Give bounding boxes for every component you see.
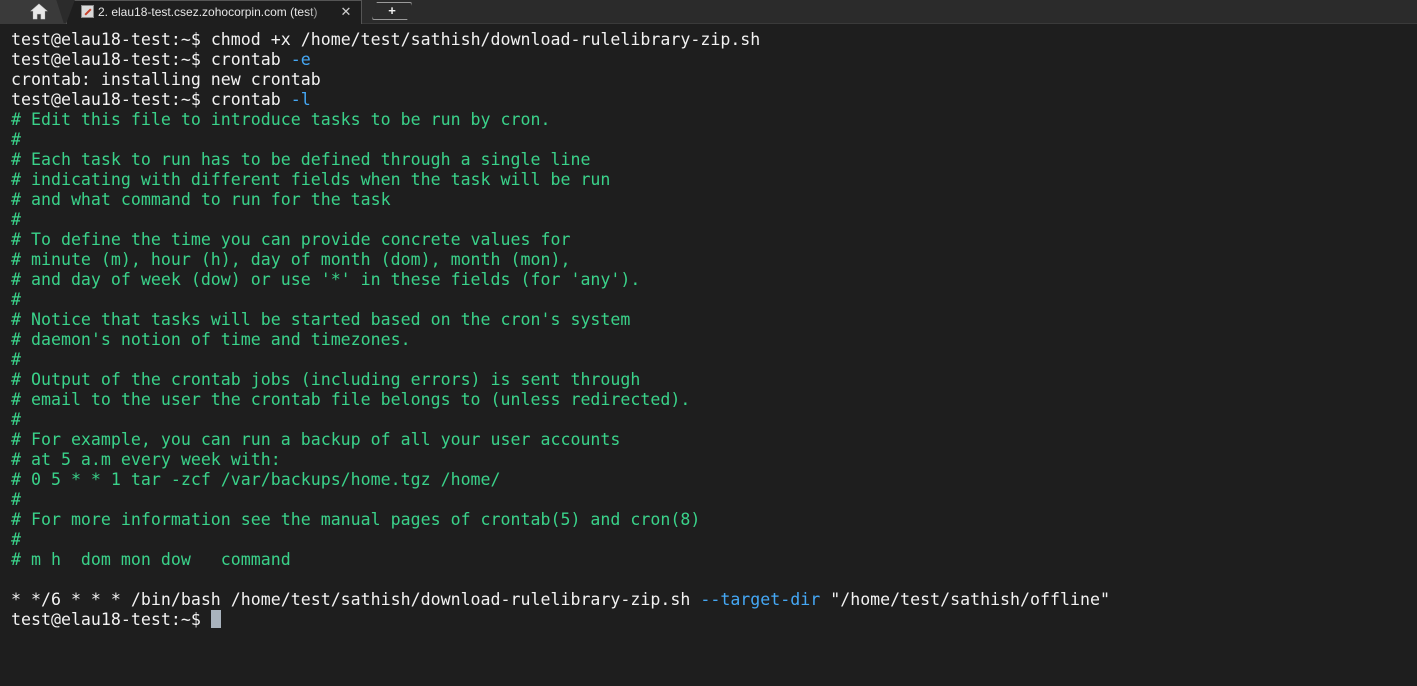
- prompt: test@elau18-test:~$: [11, 30, 201, 49]
- cron-entry-line: * */6 * * * /bin/bash /home/test/sathish…: [11, 590, 1417, 610]
- terminal-line: test@elau18-test:~$ crontab -e: [11, 50, 1417, 70]
- crontab-comment-line: # and what command to run for the task: [11, 190, 391, 209]
- crontab-comment-line: # For example, you can run a backup of a…: [11, 430, 621, 449]
- crontab-comment-line: #: [11, 410, 21, 429]
- terminal-line: crontab: installing new crontab: [11, 70, 321, 89]
- prompt: test@elau18-test:~$: [11, 50, 201, 69]
- crontab-comment-line: # at 5 a.m every week with:: [11, 450, 281, 469]
- terminal-session-icon: [81, 5, 94, 18]
- command-option: --target-dir: [700, 590, 821, 609]
- crontab-comment-line: #: [11, 350, 21, 369]
- crontab-comment-line: # Each task to run has to be defined thr…: [11, 150, 591, 169]
- prompt: test@elau18-test:~$: [11, 610, 201, 629]
- terminal-line: test@elau18-test:~$ chmod +x /home/test/…: [11, 30, 1417, 50]
- crontab-comment-line: #: [11, 490, 21, 509]
- terminal-line: test@elau18-test:~$: [11, 610, 1417, 630]
- command-text: crontab: [200, 90, 291, 109]
- session-tab-title: 2. elau18-test.csez.zohocorpin.com (test…: [98, 5, 318, 19]
- prompt: test@elau18-test:~$: [11, 90, 201, 109]
- crontab-comment-line: # To define the time you can provide con…: [11, 230, 571, 249]
- new-tab-button[interactable]: +: [372, 2, 412, 20]
- cron-entry-text: * */6 * * * /bin/bash /home/test/sathish…: [11, 590, 701, 609]
- crontab-comment-line: #: [11, 290, 21, 309]
- crontab-comment-line: # Output of the crontab jobs (including …: [11, 370, 641, 389]
- crontab-comment-line: # minute (m), hour (h), day of month (do…: [11, 250, 571, 269]
- crontab-comment-line: # email to the user the crontab file bel…: [11, 390, 691, 409]
- crontab-comment-line: # Notice that tasks will be started base…: [11, 310, 631, 329]
- close-icon[interactable]: ✕: [339, 4, 353, 20]
- crontab-comment-line: # Edit this file to introduce tasks to b…: [11, 110, 551, 129]
- crontab-comment-line: # and day of week (dow) or use '*' in th…: [11, 270, 641, 289]
- crontab-comment-line: #: [11, 210, 21, 229]
- command-option: -e: [290, 50, 311, 69]
- tab-bar: 2. elau18-test.csez.zohocorpin.com (test…: [0, 0, 1417, 24]
- home-icon: [30, 3, 48, 20]
- crontab-comment-line: # indicating with different fields when …: [11, 170, 611, 189]
- crontab-comment-line: #: [11, 530, 21, 549]
- crontab-comment-line: # 0 5 * * 1 tar -zcf /var/backups/home.t…: [11, 470, 501, 489]
- cron-entry-argument: "/home/test/sathish/offline": [820, 590, 1110, 609]
- tab-session[interactable]: 2. elau18-test.csez.zohocorpin.com (test…: [66, 0, 362, 24]
- crontab-comment-line: # daemon's notion of time and timezones.: [11, 330, 411, 349]
- crontab-comment-line: # m h dom mon dow command: [11, 550, 291, 569]
- home-tab[interactable]: [0, 0, 64, 24]
- crontab-comment-line: #: [11, 130, 21, 149]
- crontab-comment-line: # For more information see the manual pa…: [11, 510, 701, 529]
- terminal-output[interactable]: test@elau18-test:~$ chmod +x /home/test/…: [0, 24, 1417, 686]
- terminal-cursor: [210, 610, 221, 628]
- command-option: -l: [290, 90, 311, 109]
- terminal-line: test@elau18-test:~$ crontab -l: [11, 90, 1417, 110]
- command-text: chmod +x /home/test/sathish/download-rul…: [200, 30, 761, 49]
- command-text: crontab: [200, 50, 291, 69]
